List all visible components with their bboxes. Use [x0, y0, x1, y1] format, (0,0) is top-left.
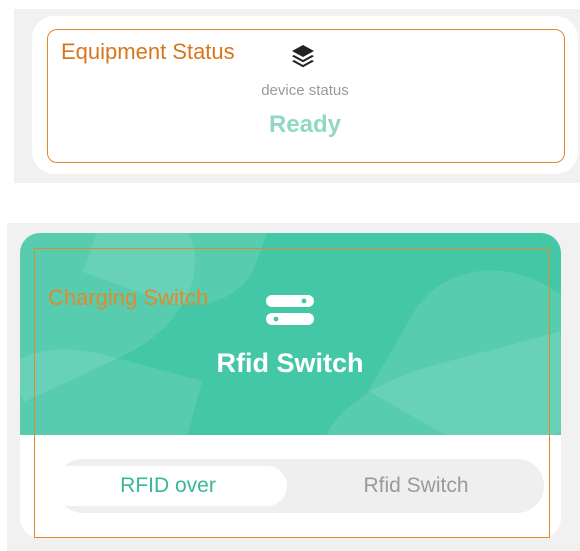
equipment-status-title: Equipment Status	[61, 39, 235, 64]
layers-icon	[292, 45, 314, 68]
device-status-label: device status	[261, 82, 349, 99]
rfid-switch-title: Rfid Switch	[216, 348, 364, 378]
screen: Equipment Status device status Ready Cha…	[0, 0, 580, 551]
device-status-value: Ready	[268, 111, 342, 138]
charging-switch-title: Charging Switch	[48, 285, 209, 310]
option-rfid-over[interactable]: RFID over	[49, 466, 287, 506]
option-rfid-switch[interactable]: Rfid Switch	[297, 466, 535, 506]
switch-icon	[266, 295, 314, 325]
